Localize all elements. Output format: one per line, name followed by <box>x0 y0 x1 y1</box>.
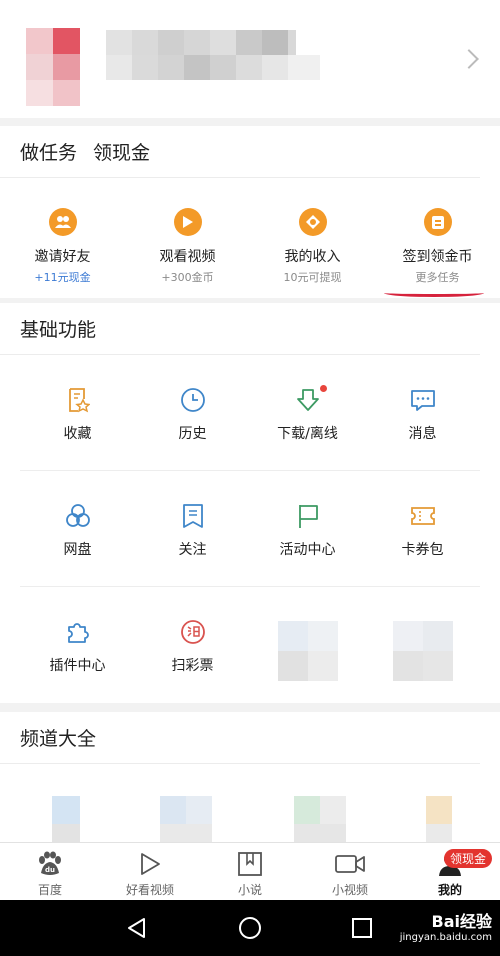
task-checkin[interactable]: 签到领金币 更多任务 <box>375 208 500 285</box>
channels-blurred-row <box>52 796 452 842</box>
play-outline-icon <box>141 853 160 875</box>
notification-dot <box>320 385 327 392</box>
home-icon[interactable] <box>238 916 262 940</box>
task-reward: +11元现金 <box>34 271 91 284</box>
chat-bubble-icon <box>410 387 436 413</box>
coupons-button[interactable]: 卡券包 <box>365 471 480 586</box>
video-camera-icon <box>335 855 365 873</box>
cell-label: 网盘 <box>63 542 92 558</box>
channels-title: 频道大全 <box>20 728 97 750</box>
play-icon <box>173 208 202 236</box>
cloud-disk-button[interactable]: 网盘 <box>20 471 135 586</box>
tasks-title: 做任务 <box>20 142 78 164</box>
blurred-item[interactable] <box>365 587 480 703</box>
tab-label: 我的 <box>437 883 462 897</box>
people-icon <box>48 208 77 236</box>
blurred-placeholder <box>392 621 453 681</box>
task-invite-friends[interactable]: 邀请好友 +11元现金 <box>0 208 125 285</box>
task-label: 签到领金币 <box>402 249 473 265</box>
plugin-center-button[interactable]: 插件中心 <box>20 587 135 703</box>
channels-card: 频道大全 <box>0 712 500 842</box>
basic-title: 基础功能 <box>20 319 97 341</box>
basic-functions-card: 基础功能 收藏 历史 下载/离线 消息 网盘 关注 活动中心 卡券包 插件中心 … <box>0 303 500 703</box>
cell-label: 收藏 <box>63 426 92 442</box>
tab-label: 好看视频 <box>125 883 174 897</box>
tasks-subtitle: 领现金 <box>93 142 151 164</box>
flag-icon <box>295 503 321 529</box>
cash-badge: 领现金 <box>444 849 493 868</box>
cell-label: 插件中心 <box>49 658 106 674</box>
cell-label: 历史 <box>178 426 207 442</box>
cell-label: 下载/离线 <box>277 426 338 442</box>
messages-button[interactable]: 消息 <box>365 355 480 470</box>
coin-icon <box>298 208 327 236</box>
download-icon <box>295 387 321 413</box>
task-reward: 更多任务 <box>415 271 460 284</box>
cell-label: 扫彩票 <box>171 658 214 674</box>
avatar <box>26 28 80 106</box>
download-button[interactable]: 下载/离线 <box>250 355 365 470</box>
baidu-paw-icon: du <box>39 851 61 875</box>
tab-label: 百度 <box>37 883 62 897</box>
blurred-item[interactable] <box>250 587 365 703</box>
task-my-income[interactable]: 我的收入 10元可提现 <box>250 208 375 285</box>
clock-icon <box>180 387 206 413</box>
task-label: 邀请好友 <box>34 249 91 265</box>
svg-text:du: du <box>45 866 55 874</box>
task-label: 我的收入 <box>284 249 341 265</box>
history-button[interactable]: 历史 <box>135 355 250 470</box>
back-icon[interactable] <box>125 916 149 940</box>
system-nav-bar: Bai经验 jingyan.baidu.com <box>0 900 500 956</box>
basic-header: 基础功能 <box>0 303 480 355</box>
tasks-card: 做任务 领现金 邀请好友 +11元现金 观看视频 +300金币 我的收入 10元… <box>0 126 500 298</box>
cell-label: 消息 <box>408 426 437 442</box>
watermark-brand: Bai经验 <box>431 912 492 931</box>
bottom-tab-bar: du 百度 好看视频 小说 小视频 我的 领现金 <box>0 842 500 900</box>
lottery-icon <box>180 619 206 645</box>
tab-label: 小说 <box>237 883 262 897</box>
watermark-url: jingyan.baidu.com <box>399 932 492 943</box>
tab-novel[interactable]: 小说 <box>200 843 300 900</box>
profile-header[interactable] <box>0 0 500 118</box>
favorites-button[interactable]: 收藏 <box>20 355 135 470</box>
tab-haokan-video[interactable]: 好看视频 <box>100 843 200 900</box>
task-label: 观看视频 <box>159 249 216 265</box>
watermark-logo: Bai经验 jingyan.baidu.com <box>400 908 492 943</box>
channels-header: 频道大全 <box>0 712 480 764</box>
cell-label: 关注 <box>178 542 207 558</box>
red-underline-annotation <box>384 289 484 297</box>
task-reward: +300金币 <box>161 271 214 284</box>
task-reward: 10元可提现 <box>283 271 342 284</box>
puzzle-icon <box>65 619 91 645</box>
blurred-placeholder <box>277 621 338 681</box>
tasks-header: 做任务 领现金 <box>0 126 480 178</box>
cloud-circles-icon <box>65 503 91 529</box>
ticket-icon <box>410 503 436 529</box>
cell-label: 活动中心 <box>279 542 336 558</box>
checkin-icon <box>423 208 452 236</box>
book-icon <box>238 852 262 876</box>
chevron-right-icon <box>459 49 479 69</box>
cell-label: 卡券包 <box>401 542 444 558</box>
bookmark-list-icon <box>180 503 206 529</box>
username <box>106 30 320 80</box>
task-watch-video[interactable]: 观看视频 +300金币 <box>125 208 250 285</box>
recents-icon[interactable] <box>350 916 374 940</box>
tab-baidu[interactable]: du 百度 <box>0 843 100 900</box>
star-doc-icon <box>65 387 91 413</box>
lottery-button[interactable]: 扫彩票 <box>135 587 250 703</box>
follow-button[interactable]: 关注 <box>135 471 250 586</box>
tab-mine[interactable]: 我的 领现金 <box>400 843 500 900</box>
activity-center-button[interactable]: 活动中心 <box>250 471 365 586</box>
tab-short-video[interactable]: 小视频 <box>300 843 400 900</box>
tab-label: 小视频 <box>331 883 368 897</box>
